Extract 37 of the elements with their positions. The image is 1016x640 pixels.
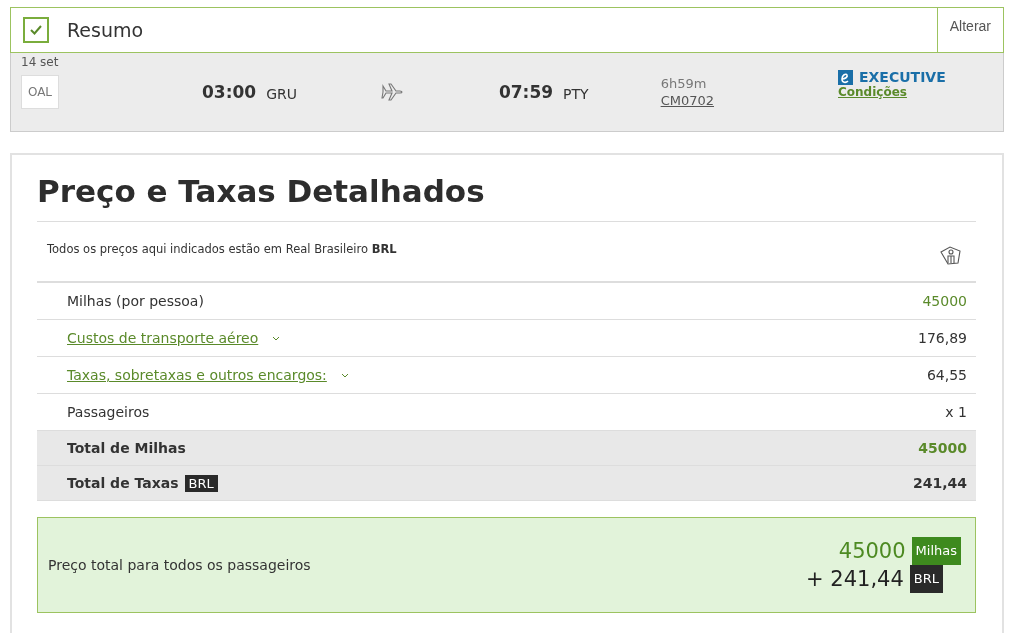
cabin-logo-icon [838, 69, 853, 85]
flight-date: 14 set [21, 55, 60, 69]
expand-link[interactable]: Taxas, sobretaxas e outros encargos: [67, 367, 327, 383]
total-price-label: Preço total para todos os passageiros [48, 557, 311, 573]
row-value: 45000 [922, 293, 967, 309]
chevron-icon[interactable] [340, 372, 349, 378]
flight-duration: 6h59m [660, 75, 708, 92]
row-label: Passageiros [67, 404, 150, 420]
checkbox[interactable] [23, 17, 49, 43]
row-value: 176,89 [918, 330, 967, 346]
row-label: Total de Taxas [67, 475, 179, 491]
arrival-time: 07:59 [498, 82, 554, 102]
chevron-icon[interactable] [272, 335, 281, 341]
checkmark-icon [29, 24, 43, 36]
currency-badge: BRL [184, 474, 218, 492]
row-value: x 1 [945, 404, 967, 420]
cabin-class: EXECUTIVE [859, 69, 946, 85]
page-title: Preço e Taxas Detalhados [37, 173, 486, 209]
row-label: Total de Milhas [67, 440, 186, 456]
airline-logo: OAL [21, 75, 59, 109]
currency-badge: BRL [909, 565, 943, 593]
row-value: 45000 [918, 440, 967, 456]
arrival-airport: PTY [563, 85, 589, 102]
miles-badge: Milhas [911, 537, 961, 565]
conditions-link[interactable]: Condições [838, 85, 946, 99]
departure-airport: GRU [266, 85, 297, 102]
expand-link[interactable]: Custos de transporte aéreo [67, 330, 259, 346]
row-value: 64,55 [926, 367, 967, 383]
total-miles: 45000 [838, 538, 906, 564]
flight-number-link[interactable]: CM0702 [660, 92, 714, 109]
row-value: 241,44 [912, 475, 967, 491]
airplane-icon [380, 83, 403, 101]
row-label: Milhas (por pessoa) [67, 293, 204, 309]
currency-note: Todos os preços aqui indicados estão em Real Brasileiro BRL [47, 242, 397, 256]
summary-title: Resumo [67, 19, 145, 41]
departure-time: 03:00 [202, 82, 257, 102]
total-money: + 241,44 [806, 566, 904, 592]
